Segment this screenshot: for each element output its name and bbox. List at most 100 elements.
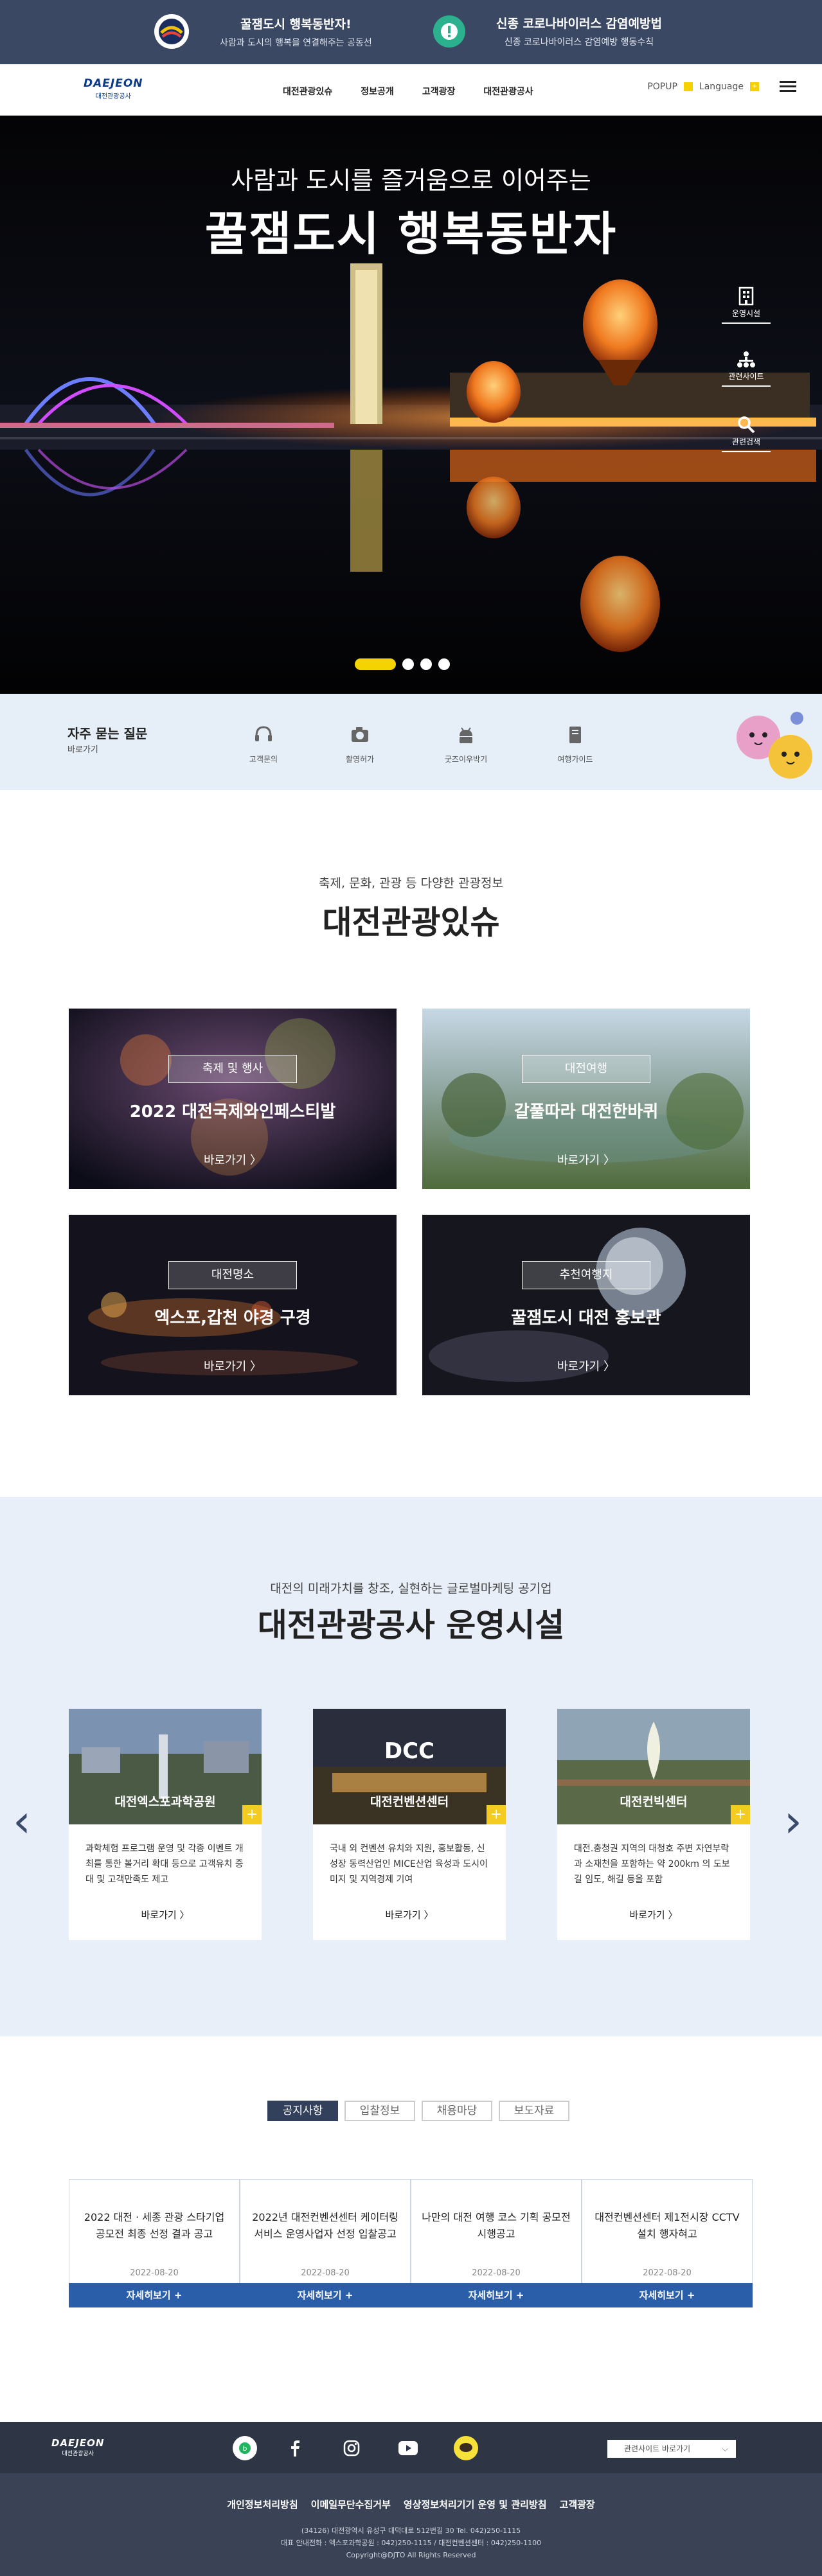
android-icon bbox=[460, 727, 472, 743]
hamburger-menu-icon[interactable] bbox=[780, 81, 796, 93]
slide-dot[interactable] bbox=[438, 658, 450, 670]
quick-link-search[interactable]: 관련검색 bbox=[722, 415, 771, 452]
faq-item-label: 고객문의 bbox=[249, 755, 278, 764]
slide-dot[interactable] bbox=[402, 658, 414, 670]
family-site-select[interactable]: 관련사이트 바로가기 ⌵ bbox=[607, 2440, 736, 2458]
logo-subtext: 대전관광공사 bbox=[95, 93, 131, 100]
banner-happy-city[interactable]: 꿀잼도시 행복동반자! 사람과 도시의 행복을 연결해주는 공동선 bbox=[154, 14, 372, 49]
faq-shortcut-link[interactable]: 바로가기 bbox=[67, 743, 98, 755]
banner-covid[interactable]: 신종 코로나바이러스 감염예방법 신종 코로나바이러스 감염예방 행동수칙 bbox=[433, 14, 662, 48]
card-link-label: 바로가기 bbox=[204, 1154, 247, 1167]
facility-link[interactable]: 바로가기 〉 bbox=[313, 1908, 506, 1921]
faq-item-label: 촬영허가 bbox=[345, 755, 375, 764]
facility-link-label: 바로가기 bbox=[385, 1909, 421, 1921]
chevron-right-icon: 〉 bbox=[249, 1154, 262, 1167]
next-arrow-icon[interactable]: › bbox=[784, 1799, 802, 1844]
tab-press[interactable]: 보도자료 bbox=[499, 2101, 569, 2121]
popup-link[interactable]: POPUP bbox=[647, 82, 677, 92]
facility-card-convention[interactable]: DCC 대전컨벤션센터 + 국내 외 컨벤션 유치와 지원, 홍보활동, 신성장… bbox=[313, 1709, 506, 1940]
footer-link-cctv[interactable]: 영상정보처리기기 운영 및 관리방침 bbox=[404, 2498, 547, 2511]
headset-icon bbox=[255, 726, 272, 741]
footer-address: (34126) 대전광역시 유성구 대덕대로 512번길 30 Tel. 042… bbox=[301, 2527, 521, 2535]
faq-item-guide[interactable]: 여행가이드 bbox=[540, 723, 611, 764]
quick-link-facilities[interactable]: 운영시설 bbox=[722, 287, 771, 324]
notice-card[interactable]: 대전컨벤션센터 제1전시장 CCTV 설치 행자혀고 2022-08-20 자세… bbox=[582, 2179, 753, 2307]
language-link[interactable]: Language bbox=[699, 82, 744, 92]
notice-more-button[interactable]: 자세히보기 + bbox=[582, 2283, 753, 2307]
faq-item-filming[interactable]: 촬영허가 bbox=[325, 723, 395, 764]
notice-more-button[interactable]: 자세히보기 + bbox=[411, 2283, 582, 2307]
notice-card[interactable]: 2022 대전 · 세종 관광 스타기업 공모전 최종 선정 결과 공고 202… bbox=[69, 2179, 240, 2307]
tab-notice[interactable]: 공지사항 bbox=[267, 2101, 338, 2121]
notice-card[interactable]: 나만의 대전 여행 코스 기획 공모전 시행공고 2022-08-20 자세히보… bbox=[411, 2179, 582, 2307]
notice-card[interactable]: 2022년 대전컨벤션센터 케이터링 서비스 운영사업자 선정 입찰공고 202… bbox=[240, 2179, 411, 2307]
prev-arrow-icon[interactable]: ‹ bbox=[13, 1799, 31, 1844]
issue-card-recommend[interactable]: 추천여행지 꿀잼도시 대전 홍보관 바로가기 〉 bbox=[422, 1215, 750, 1395]
issue-card-travel[interactable]: 대전여행 갈풀따라 대전한바퀴 바로가기 〉 bbox=[422, 1009, 750, 1189]
guide-icon bbox=[569, 727, 581, 743]
notice-more-button[interactable]: 자세히보기 + bbox=[240, 2283, 411, 2307]
faq-item-goods[interactable]: 굿즈이우박기 bbox=[431, 723, 501, 764]
instagram-icon[interactable] bbox=[339, 2436, 364, 2460]
issue-card-festival[interactable]: 축제 및 행사 2022 대전국제와인페스티발 바로가기 〉 bbox=[69, 1009, 397, 1189]
nav-item-issue[interactable]: 대전관광있슈 bbox=[283, 85, 332, 98]
tab-recruit[interactable]: 채용마당 bbox=[422, 2101, 492, 2121]
banner-subtitle: 신종 코로나바이러스 감염예방 행동수칙 bbox=[504, 37, 654, 48]
faq-item-customer[interactable]: 고객문의 bbox=[228, 723, 299, 764]
quick-link-related-sites[interactable]: 관련사이트 bbox=[722, 351, 771, 387]
nav-item-company[interactable]: 대전관광공사 bbox=[483, 85, 533, 98]
hero-tagline: 사람과 도시를 즐거움으로 이어주는 bbox=[231, 166, 591, 195]
footer-info: (34126) 대전광역시 유성구 대덕대로 512번길 30 Tel. 042… bbox=[0, 2525, 822, 2561]
facebook-icon[interactable] bbox=[283, 2436, 307, 2460]
facility-link[interactable]: 바로가기 〉 bbox=[69, 1908, 262, 1921]
tab-bid[interactable]: 입찰정보 bbox=[344, 2101, 415, 2121]
footer-link-privacy[interactable]: 개인정보처리방침 bbox=[227, 2498, 298, 2511]
chevron-right-icon: 〉 bbox=[603, 1154, 615, 1167]
card-title: 2022 대전국제와인페스티발 bbox=[129, 1102, 336, 1122]
footer-logo[interactable]: DAEJEON 대전관광공사 bbox=[51, 2437, 104, 2457]
notice-more-button[interactable]: 자세히보기 + bbox=[69, 2283, 240, 2307]
quick-link-label: 관련검색 bbox=[731, 437, 761, 446]
chevron-right-icon: 〉 bbox=[603, 1360, 615, 1373]
faq-bar: 자주 묻는 질문 바로가기 고객문의 촬영허가 굿즈이우박기 여행가이드 bbox=[0, 694, 822, 790]
plus-icon[interactable]: + bbox=[487, 1805, 506, 1824]
footer-link-customer[interactable]: 고객광장 bbox=[560, 2498, 595, 2511]
card-link: 바로가기 〉 bbox=[422, 1151, 750, 1168]
facility-link-label: 바로가기 bbox=[141, 1909, 177, 1921]
footer-link-email[interactable]: 이메일무단수집거부 bbox=[311, 2498, 391, 2511]
plus-icon[interactable]: + bbox=[731, 1805, 750, 1824]
faq-title: 자주 묻는 질문 bbox=[67, 726, 148, 741]
chevron-right-icon: 〉 bbox=[424, 1909, 434, 1921]
facility-name: 대전컨벤션센터 bbox=[370, 1795, 449, 1809]
footer-copyright: Copyright@DJTO All Rights Reserved bbox=[346, 2551, 476, 2559]
facility-card-trail[interactable]: 대전컨빅센터 + 대전.충청권 지역의 대청호 주변 자연부락과 소재천을 포함… bbox=[557, 1709, 750, 1940]
site-logo[interactable]: DAEJEON 대전관광공사 bbox=[84, 77, 143, 100]
site-footer: DAEJEON 대전관광공사 b 관련사이트 바로가기 ⌵ 개인정보처리방침 이메… bbox=[0, 2422, 822, 2576]
card-tag: 추천여행지 bbox=[522, 1261, 650, 1289]
chevron-down-icon: ⌵ bbox=[722, 2444, 728, 2453]
slide-dot-active[interactable] bbox=[355, 658, 396, 670]
dcc-logo: DCC bbox=[384, 1738, 435, 1764]
language-plus-icon[interactable]: + bbox=[750, 82, 759, 91]
popup-indicator-icon bbox=[683, 82, 693, 91]
issue-card-landmark[interactable]: 대전명소 엑스포,갑천 야경 구경 바로가기 〉 bbox=[69, 1215, 397, 1395]
blog-icon[interactable]: b bbox=[233, 2436, 257, 2460]
slide-dot[interactable] bbox=[420, 658, 432, 670]
plus-icon[interactable]: + bbox=[242, 1805, 262, 1824]
happy-city-icon bbox=[154, 14, 189, 49]
section-subtitle: 축제, 문화, 관광 등 다양한 관광정보 bbox=[319, 876, 503, 890]
card-link: 바로가기 〉 bbox=[422, 1357, 750, 1374]
main-nav: 대전관광있슈 정보공개 고객광장 대전관광공사 bbox=[283, 85, 533, 98]
facility-image: 대전컨빅센터 + bbox=[557, 1709, 750, 1824]
notice-date: 2022-08-20 bbox=[643, 2268, 692, 2278]
banner-title: 꿀잼도시 행복동반자! bbox=[240, 17, 352, 31]
nav-item-info[interactable]: 정보공개 bbox=[361, 85, 394, 98]
facility-name: 대전엑스포과학공원 bbox=[114, 1795, 216, 1809]
youtube-icon[interactable] bbox=[396, 2436, 420, 2460]
facility-card-expo[interactable]: 대전엑스포과학공원 + 과학체험 프로그램 운영 및 각종 이벤트 개최를 통한… bbox=[69, 1709, 262, 1940]
nav-item-customer[interactable]: 고객광장 bbox=[422, 85, 456, 98]
card-title: 꿀잼도시 대전 홍보관 bbox=[511, 1309, 661, 1328]
header-utilities: POPUP Language + bbox=[647, 81, 796, 93]
facility-link[interactable]: 바로가기 〉 bbox=[557, 1908, 750, 1921]
kakao-icon[interactable] bbox=[454, 2436, 478, 2460]
